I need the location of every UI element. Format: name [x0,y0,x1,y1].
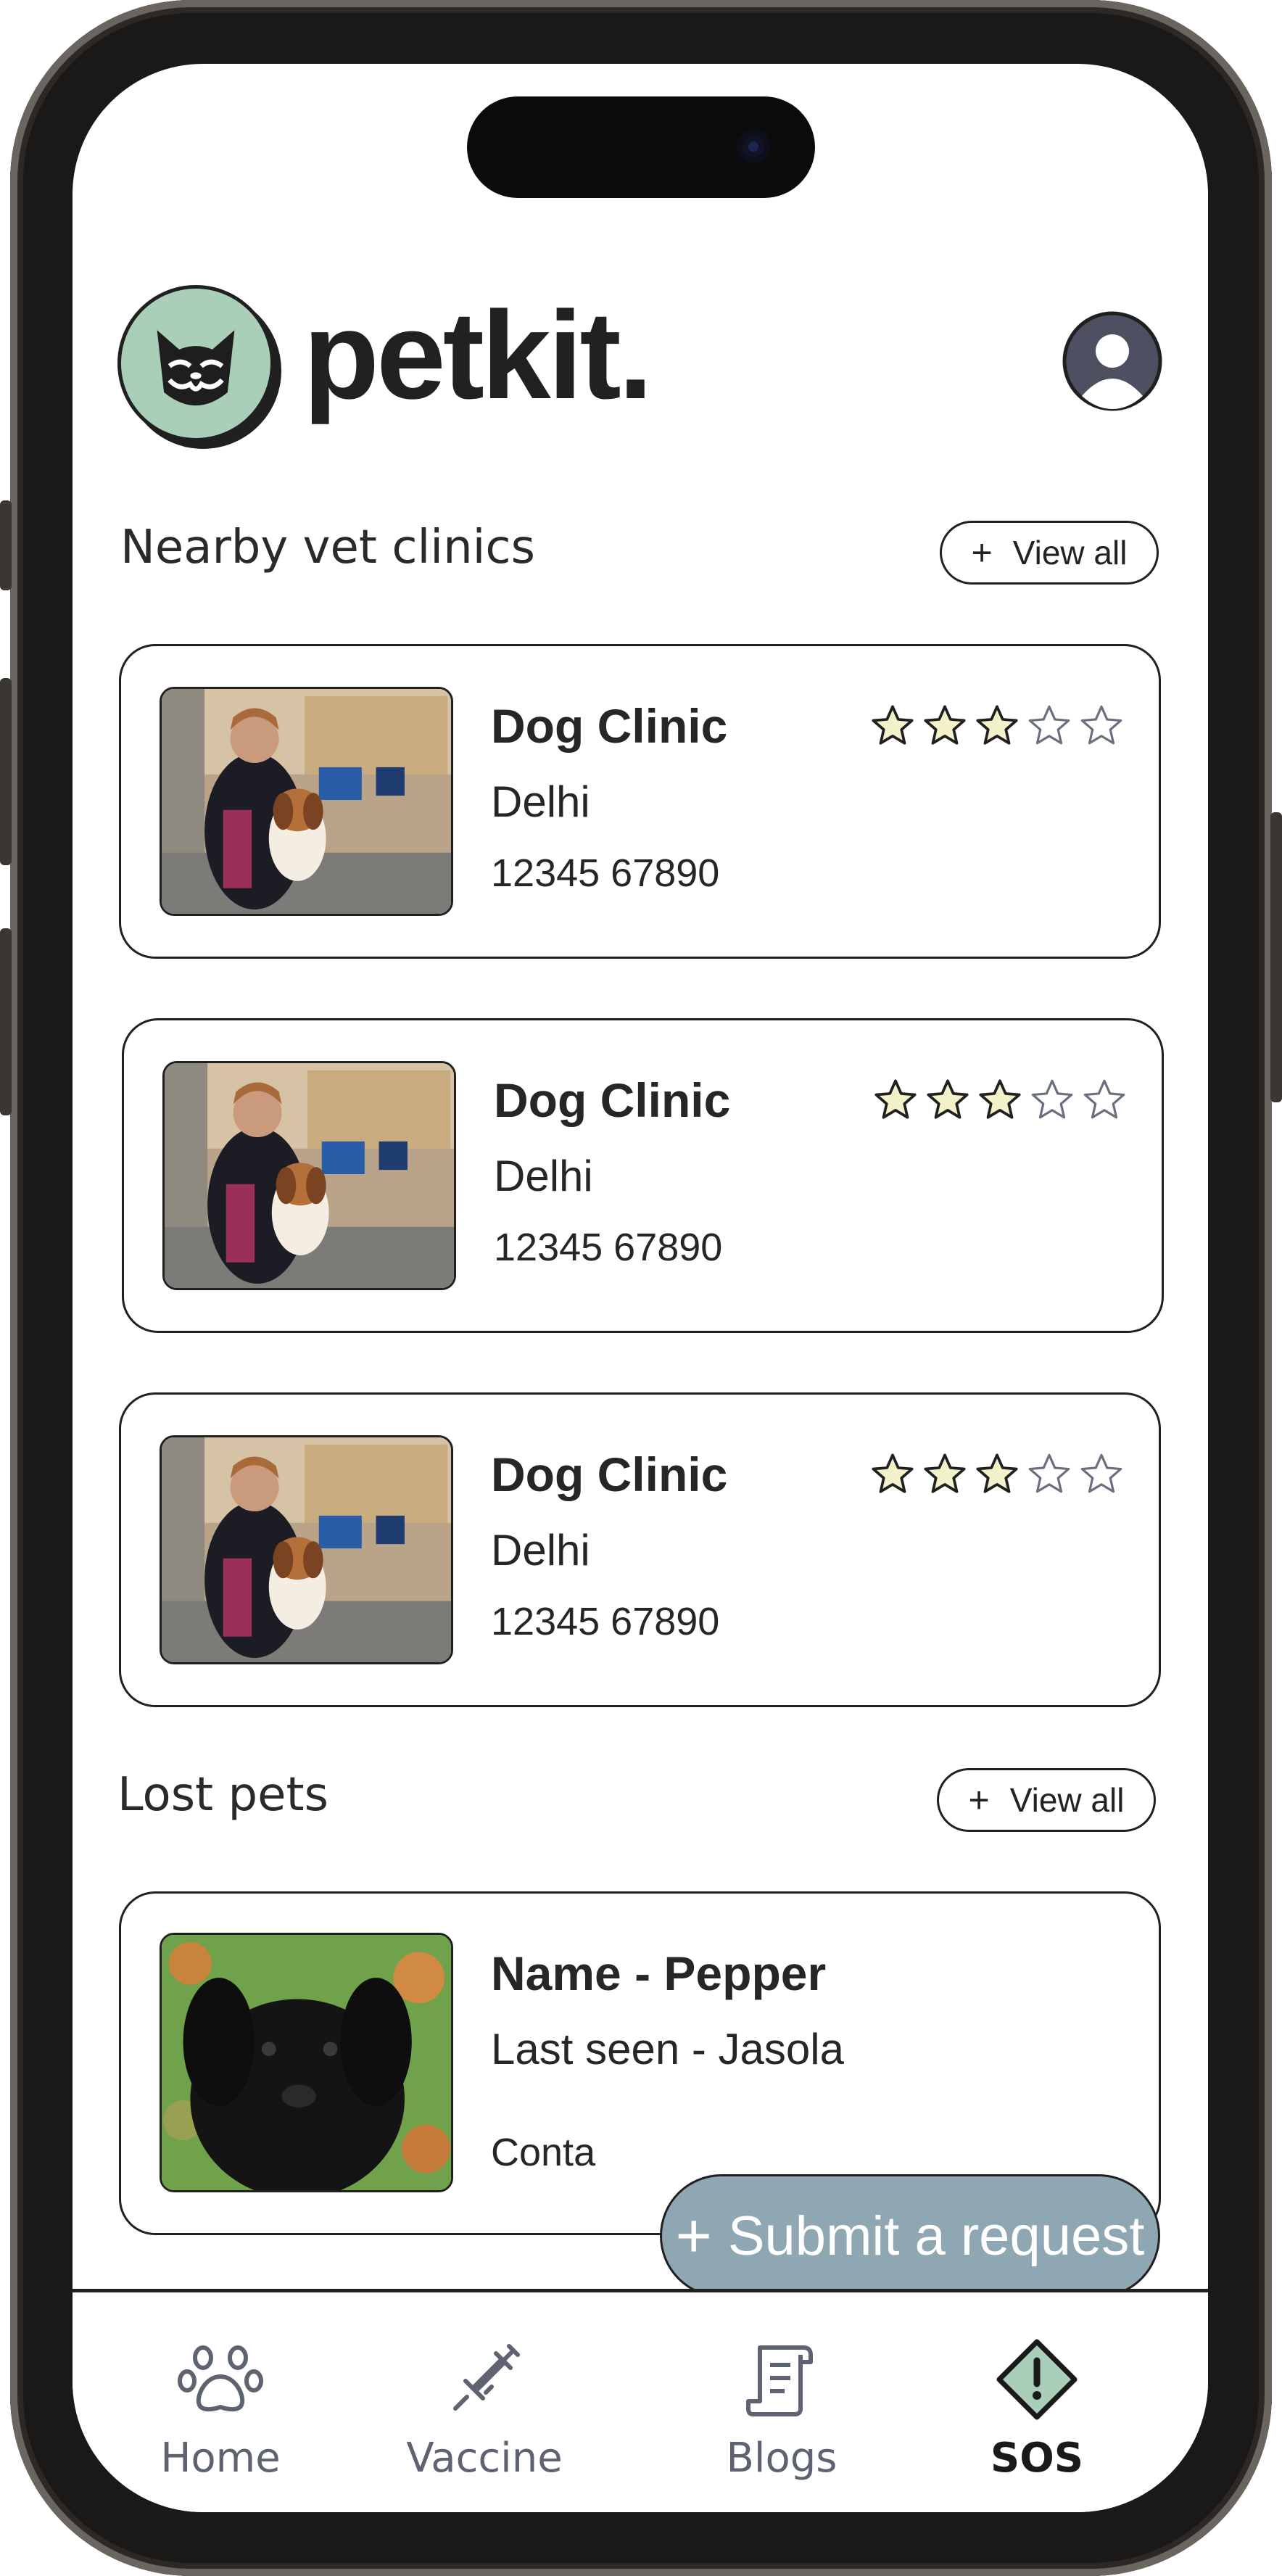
star-empty-icon [1083,1079,1125,1119]
view-all-label: View all [1009,1781,1125,1819]
clinic-city: Delhi [491,777,590,826]
power-button [1270,812,1282,1102]
clinic-phone: 12345 67890 [491,1600,720,1643]
syringe-icon [453,2344,520,2411]
clinic-card[interactable]: Dog Clinic Delhi 12345 67890 [119,644,1161,959]
clinics-view-all-button[interactable]: + View all [940,521,1159,585]
nav-item-home[interactable]: Home [112,2336,329,2482]
star-filled-icon [924,705,966,745]
nav-label: Vaccine [406,2435,563,2482]
profile-avatar-icon[interactable] [1062,310,1163,412]
pet-photo [160,1933,453,2192]
clinic-city: Delhi [494,1152,593,1200]
clinic-phone: 12345 67890 [494,1226,723,1269]
clinic-name: Dog Clinic [491,1448,728,1501]
bottom-nav: Home Vaccine Blogs SOS [73,2289,1208,2512]
star-filled-icon [979,1079,1021,1119]
nav-label: SOS [990,2435,1084,2482]
rating-stars [869,1451,1125,1498]
plus-icon: + [968,1780,990,1820]
star-filled-icon [872,1453,914,1493]
clinic-phone: 12345 67890 [491,851,720,895]
lost-pets-section-title: Lost pets [117,1768,328,1822]
lost-pets-view-all-button[interactable]: + View all [937,1768,1156,1832]
clinic-city: Delhi [491,1526,590,1574]
star-filled-icon [924,1453,966,1493]
star-empty-icon [1028,1453,1070,1493]
star-filled-icon [976,1453,1018,1493]
logo-icon [117,285,274,442]
nav-item-vaccine[interactable]: Vaccine [376,2336,593,2482]
plus-icon: + [675,2200,712,2271]
clinic-card[interactable]: Dog Clinic Delhi 12345 67890 [119,1392,1161,1707]
nav-item-sos[interactable]: SOS [928,2336,1146,2482]
star-empty-icon [1080,705,1122,745]
star-filled-icon [927,1079,969,1119]
nav-label: Home [160,2435,281,2482]
mute-switch [0,500,12,590]
star-filled-icon [874,1079,917,1119]
lost-pet-last-seen: Last seen - Jasola [491,2025,844,2073]
nav-label: Blogs [726,2435,838,2482]
clinic-name: Dog Clinic [491,699,728,753]
star-empty-icon [1080,1453,1122,1493]
camera-icon [737,130,770,163]
submit-request-label: Submit a request [727,2205,1145,2267]
dynamic-island [467,96,815,198]
clinic-photo [160,687,453,916]
app-screen: petkit. Nearby vet clinics + View all Do… [73,64,1208,2512]
clinic-photo [162,1061,456,1290]
clinics-section-title: Nearby vet clinics [120,521,535,574]
clinic-name: Dog Clinic [494,1073,731,1127]
paw-icon [178,2345,263,2412]
nav-item-blogs[interactable]: Blogs [673,2336,890,2482]
rating-stars [872,1077,1128,1123]
view-all-label: View all [1012,534,1128,571]
scroll-icon [746,2345,813,2416]
lost-pet-name: Name - Pepper [491,1947,827,2000]
star-filled-icon [976,705,1018,745]
alert-diamond-icon [996,2339,1078,2420]
brand-wordmark: petkit. [303,286,653,425]
clinic-photo [160,1435,453,1664]
star-empty-icon [1031,1079,1073,1119]
volume-down-button [0,928,12,1115]
star-empty-icon [1028,705,1070,745]
plus-icon: + [971,532,993,573]
rating-stars [869,703,1125,749]
lost-pet-contact: Conta [491,2131,596,2174]
submit-request-button[interactable]: + Submit a request [660,2174,1160,2298]
star-filled-icon [872,705,914,745]
volume-up-button [0,678,12,865]
clinic-card[interactable]: Dog Clinic Delhi 12345 67890 [122,1018,1164,1333]
